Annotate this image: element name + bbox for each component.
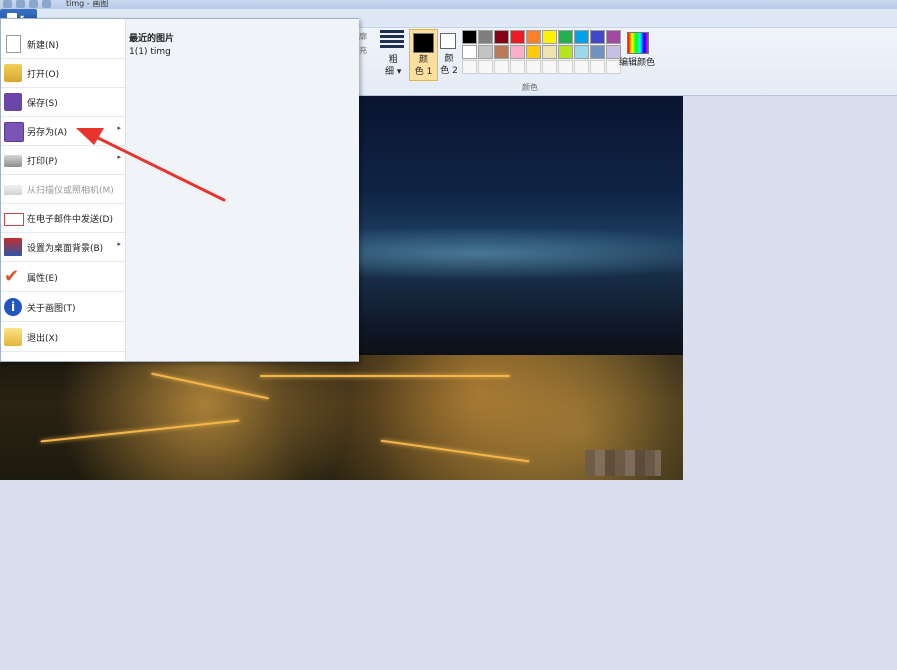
annotation-arrow-shaft xyxy=(92,134,226,202)
annotation-arrow-head xyxy=(76,128,104,145)
annotation-arrow xyxy=(76,128,226,202)
